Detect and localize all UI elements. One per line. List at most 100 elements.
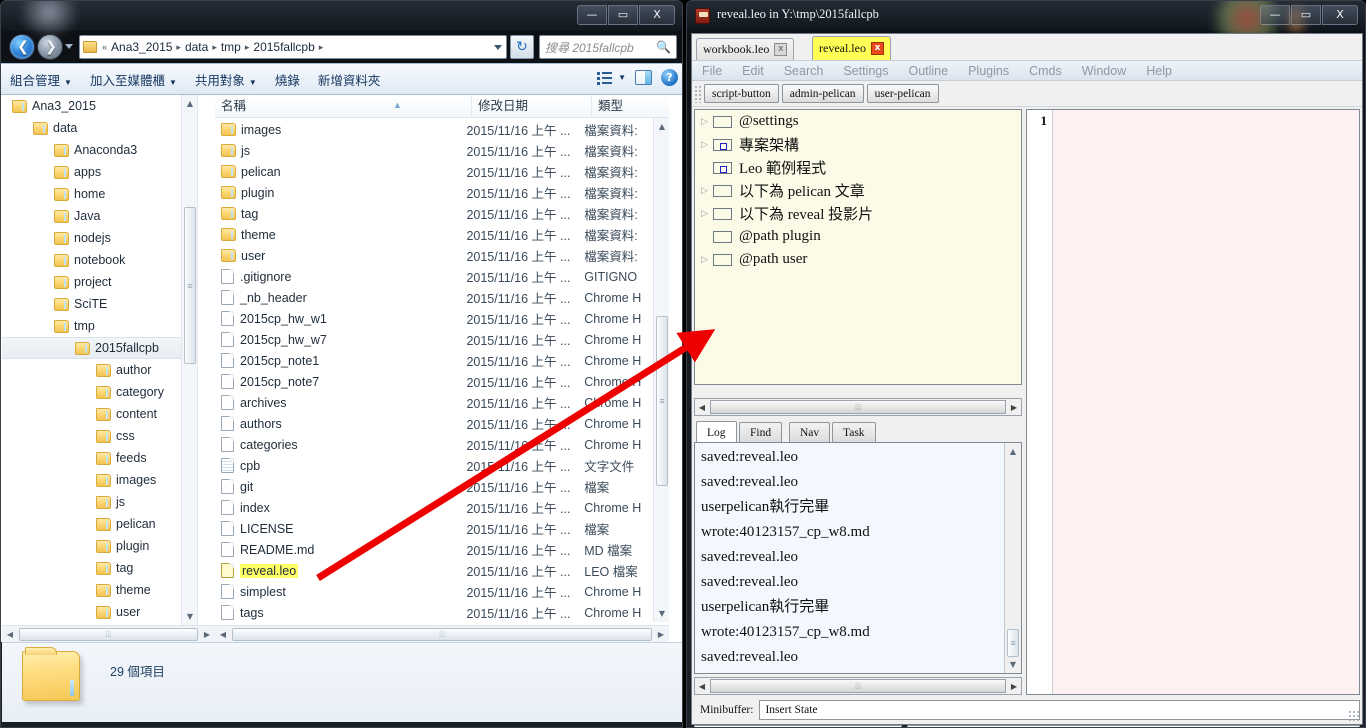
refresh-button[interactable]: ↻ [510,35,534,59]
nav-tree-item[interactable]: Ana3_2015 [2,95,197,117]
log-tab-task[interactable]: Task [832,422,876,442]
file-row[interactable]: git 2015/11/16 上午 ... 檔案 [215,476,653,497]
close-icon[interactable]: x [774,43,788,56]
file-row[interactable]: 2015cp_note7 2015/11/16 上午 ... Chrome H [215,371,653,392]
file-list-pane[interactable]: 名稱 ▲ 修改日期 類型 images 2015/11/16 上午 ... 檔案資料… [215,94,669,642]
node-icon[interactable] [713,115,732,128]
nav-tree-item[interactable]: notebook [2,249,197,271]
help-icon[interactable]: ? [661,69,678,86]
node-icon-marked[interactable] [713,161,732,174]
script-button-user-pelican[interactable]: user-pelican [866,84,939,103]
file-row[interactable]: README.md 2015/11/16 上午 ... MD 檔案 [215,539,653,560]
file-row[interactable]: theme 2015/11/16 上午 ... 檔案資料: [215,224,653,245]
leo-log-pane[interactable]: saved:reveal.leo saved:reveal.leo userpeli… [694,442,1022,674]
file-row[interactable]: reveal.leo 2015/11/16 上午 ... LEO 檔案 [215,560,653,581]
outline-node[interactable]: Leo 範例程式 [695,156,1021,179]
chevron-down-icon[interactable]: ▼ [618,73,626,82]
file-row[interactable]: LICENSE 2015/11/16 上午 ... 檔案 [215,518,653,539]
nav-tree-item[interactable]: nodejs [2,227,197,249]
log-hscroll-thumb[interactable]: ⦙⦙⦙ [710,679,1006,693]
breadcrumb-item-1[interactable]: data [183,40,210,54]
leo-menu-edit[interactable]: Edit [732,64,774,78]
outline-node[interactable]: ▷ 以下為 pelican 文章 [695,179,1021,202]
toolbar-share-with[interactable]: 共用對象 ▼ [186,70,266,89]
toolbar-include-in-library[interactable]: 加入至媒體櫃 ▼ [81,70,186,89]
nav-tree-item[interactable]: content [2,403,197,425]
scroll-right-icon[interactable]: ▶ [1007,682,1021,691]
expand-triangle-icon[interactable]: ▷ [701,186,713,196]
file-row[interactable]: categories 2015/11/16 上午 ... Chrome H [215,434,653,455]
toolbar-gripper-icon[interactable] [694,84,702,103]
file-row[interactable]: plugin 2015/11/16 上午 ... 檔案資料: [215,182,653,203]
file-row[interactable]: user 2015/11/16 上午 ... 檔案資料: [215,245,653,266]
leo-menu-plugins[interactable]: Plugins [958,64,1019,78]
expand-triangle-icon[interactable]: ▷ [701,255,713,265]
nav-tree-item[interactable]: Java [2,205,197,227]
search-input[interactable]: 搜尋 2015fallcpb [545,39,656,56]
nav-tree-item[interactable]: data [2,117,197,139]
address-bar[interactable]: « Ana3_2015 ▸ data ▸ tmp ▸ 2015fallcpb ▸ [79,35,507,59]
scroll-left-icon[interactable]: ◀ [695,403,709,412]
tab-reveal-leo[interactable]: reveal.leo x [812,36,891,60]
log-tab-find[interactable]: Find [739,422,783,442]
back-button[interactable]: ❮ [9,34,35,60]
file-row[interactable]: 2015cp_hw_w7 2015/11/16 上午 ... Chrome H [215,329,653,350]
outline-node[interactable]: ▷ 專案架構 [695,133,1021,156]
nav-tree-item[interactable]: Anaconda3 [2,139,197,161]
scroll-left-icon[interactable]: ◀ [215,630,231,639]
log-horizontal-scrollbar[interactable]: ◀ ⦙⦙⦙ ▶ [694,677,1022,695]
address-dropdown-icon[interactable] [494,45,502,50]
nav-tree-item[interactable]: category [2,381,197,403]
leo-menu-window[interactable]: Window [1072,64,1136,78]
leo-menu-settings[interactable]: Settings [833,64,898,78]
file-row[interactable]: pelican 2015/11/16 上午 ... 檔案資料: [215,161,653,182]
file-row[interactable]: .gitignore 2015/11/16 上午 ... GITIGNO [215,266,653,287]
file-row[interactable]: cpb 2015/11/16 上午 ... 文字文件 [215,455,653,476]
navigation-tree[interactable]: Ana3_2015 data Anaconda3 apps home Java nodejs… [2,95,198,642]
breadcrumb-sep-1[interactable]: ▸ [210,42,219,53]
list-horizontal-scrollbar[interactable]: ◀ ⦙⦙⦙ ▶ [215,625,669,642]
forward-button[interactable]: ❯ [37,34,63,60]
breadcrumb-item-2[interactable]: tmp [219,40,243,54]
breadcrumb-item-0[interactable]: Ana3_2015 [109,40,174,54]
body-text-area[interactable] [1054,110,1359,694]
nav-tree-item[interactable]: user [2,601,197,623]
toolbar-organize[interactable]: 組合管理 ▼ [1,70,81,89]
column-header-name[interactable]: 名稱 ▲ [215,95,471,118]
nav-tree-item[interactable]: feeds [2,447,197,469]
nav-tree-item[interactable]: tmp [2,315,197,337]
nav-tree-item[interactable]: SciTE [2,293,197,315]
scroll-down-icon[interactable]: ▼ [1005,656,1021,673]
list-scroll-thumb[interactable] [656,316,668,486]
log-tab-log[interactable]: Log [696,421,737,443]
nav-tree-item[interactable]: tag [2,557,197,579]
node-icon[interactable] [713,207,732,220]
tab-workbook-leo[interactable]: workbook.leo x [696,38,795,60]
change-view-icon[interactable] [597,71,613,85]
leo-menu-file[interactable]: File [692,64,732,78]
file-row[interactable]: js 2015/11/16 上午 ... 檔案資料: [215,140,653,161]
close-button[interactable]: X [639,5,675,25]
file-row[interactable]: images 2015/11/16 上午 ... 檔案資料: [215,119,653,140]
toolbar-new-folder[interactable]: 新增資料夾 [309,70,390,89]
file-row[interactable]: 2015cp_hw_w1 2015/11/16 上午 ... Chrome H [215,308,653,329]
minibuffer-input[interactable]: Insert State [759,700,1360,720]
list-vertical-scrollbar[interactable]: ▲ ▼ [653,118,669,622]
minimize-button[interactable]: — [1260,5,1290,25]
nav-tree-item[interactable]: images [2,469,197,491]
scroll-down-icon[interactable]: ▼ [182,608,197,625]
scroll-down-icon[interactable]: ▼ [654,605,670,622]
nav-horizontal-scrollbar[interactable]: ◀ ⦙⦙⦙ ▶ [2,625,215,642]
scroll-right-icon[interactable]: ▶ [199,630,215,639]
column-header-type[interactable]: 類型 [591,94,669,118]
node-icon[interactable] [713,230,732,243]
file-row[interactable]: authors 2015/11/16 上午 ... Chrome H [215,413,653,434]
outline-node[interactable]: ▷ 以下為 reveal 投影片 [695,202,1021,225]
expand-triangle-icon[interactable]: ▷ [701,209,713,219]
log-tab-nav[interactable]: Nav [789,422,831,442]
nav-tree-item[interactable]: home [2,183,197,205]
script-button-admin-pelican[interactable]: admin-pelican [781,84,864,103]
outline-node[interactable]: @path plugin [695,225,1021,248]
scroll-right-icon[interactable]: ▶ [1007,403,1021,412]
nav-vertical-scrollbar[interactable]: ▲ ▼ [181,95,197,642]
